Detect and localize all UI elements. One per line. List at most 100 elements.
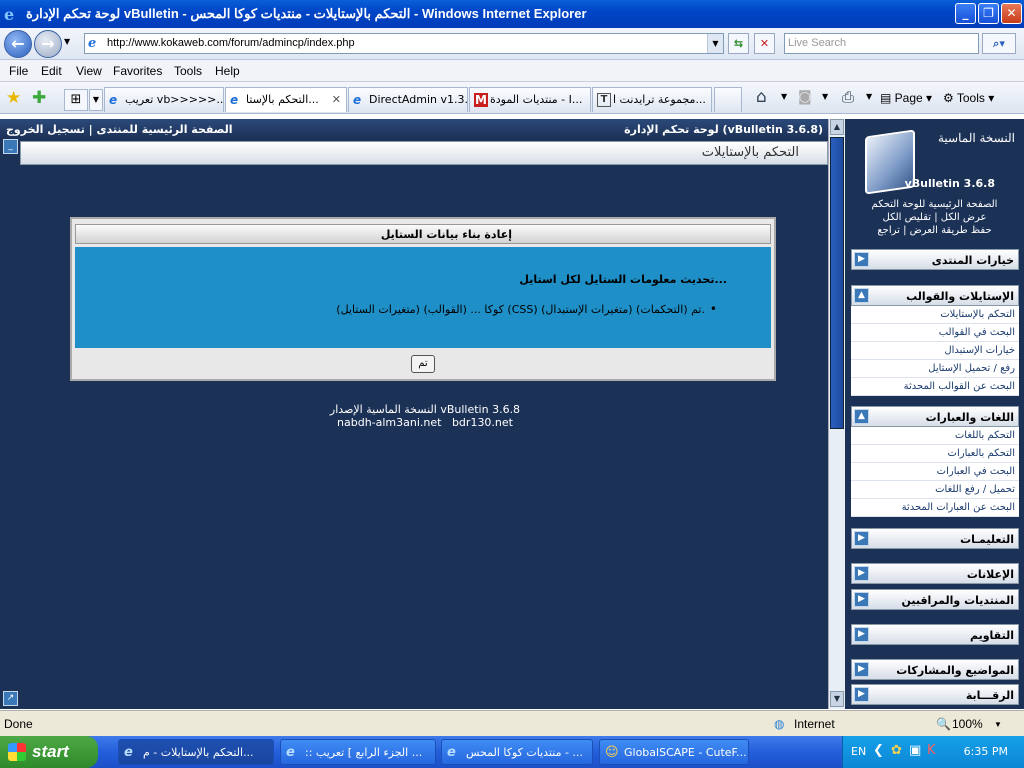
quick-tabs-icon[interactable]: ⊞ xyxy=(64,89,88,111)
sidebar-item-upload-languages[interactable]: تحميل / رفع اللغات xyxy=(851,481,1019,499)
close-button[interactable]: ✕ xyxy=(1001,3,1022,24)
expand-icon[interactable]: ▶ xyxy=(854,627,869,642)
menu-edit[interactable]: Edit xyxy=(41,64,62,78)
home-icon[interactable]: ⌂ xyxy=(756,87,767,107)
collapse-icon[interactable]: ▲ xyxy=(854,409,869,424)
zoom-icon: 🔍 xyxy=(936,717,951,731)
sidebar-item-updated-phrases[interactable]: البحث عن العبارات المحدثة xyxy=(851,499,1019,517)
tab-label: مجموعة ترايدنت ا... xyxy=(613,93,706,106)
search-icon[interactable]: ⌕▾ xyxy=(982,33,1016,54)
network-icon[interactable]: ▣ xyxy=(909,743,921,758)
section-label: الإعلانات xyxy=(966,568,1014,581)
scroll-down-icon[interactable]: ▼ xyxy=(830,691,844,707)
stop-button[interactable]: ✕ xyxy=(754,33,775,54)
feeds-dropdown-icon[interactable]: ▼ xyxy=(822,92,828,101)
page-label: Page xyxy=(894,91,923,105)
cp-home-link[interactable]: الصفحة الرئيسية للوحة التحكم xyxy=(845,199,1024,210)
task-label: التحكم بالإستايلات - م... xyxy=(143,746,254,759)
forum-home-logout-links[interactable]: الصفحة الرئيسية للمنتدى | تسجيل الخروج xyxy=(6,123,233,136)
menu-help[interactable]: Help xyxy=(215,64,240,78)
forward-button[interactable]: → xyxy=(34,30,62,58)
collapse-icon[interactable]: ▲ xyxy=(854,288,869,303)
tab-list-dropdown-icon[interactable]: ▼ xyxy=(89,89,103,111)
back-button[interactable]: ← xyxy=(4,30,32,58)
section-announcements[interactable]: ▶ الإعلانات xyxy=(851,563,1019,584)
sidebar-item-search-templates[interactable]: البحث في القوالب xyxy=(851,324,1019,342)
sidebar-item-phrase-manager[interactable]: التحكم بالعبارات xyxy=(851,445,1019,463)
print-dropdown-icon[interactable]: ▼ xyxy=(866,92,872,101)
tab-5[interactable]: T مجموعة ترايدنت ا... xyxy=(592,87,712,112)
expand-icon[interactable]: ▶ xyxy=(854,687,869,702)
section-styles-templates[interactable]: ▲ الإستايلات والقوالب xyxy=(851,285,1019,306)
section-help[interactable]: ▶ التعليمـات xyxy=(851,528,1019,549)
expand-icon[interactable]: ▶ xyxy=(854,531,869,546)
language-indicator[interactable]: EN xyxy=(851,745,866,758)
expand-collapse-links[interactable]: عرض الكل | تقليص الكل xyxy=(845,212,1024,223)
sidebar-item-language-manager[interactable]: التحكم باللغات xyxy=(851,427,1019,445)
search-input[interactable]: Live Search xyxy=(784,33,979,54)
new-tab-button[interactable] xyxy=(714,87,742,112)
address-dropdown-icon[interactable]: ▼ xyxy=(707,34,723,53)
home-dropdown-icon[interactable]: ▼ xyxy=(781,92,787,101)
expand-icon[interactable]: ▶ xyxy=(854,592,869,607)
taskbar-item-1[interactable]: e التحكم بالإستايلات - م... xyxy=(118,739,274,765)
scroll-up-icon[interactable]: ▲ xyxy=(830,119,844,135)
scroll-thumb[interactable] xyxy=(830,137,844,429)
start-button[interactable]: start xyxy=(0,736,98,768)
frame-corner-button[interactable]: ↗ xyxy=(3,691,18,706)
sidebar-item-search-phrases[interactable]: البحث في العبارات xyxy=(851,463,1019,481)
expand-icon[interactable]: ▶ xyxy=(854,566,869,581)
tray-app-icon[interactable]: ✿ xyxy=(891,743,902,758)
expand-icon[interactable]: ▶ xyxy=(854,252,869,267)
ie-tab-icon: e xyxy=(353,93,362,107)
section-languages-phrases[interactable]: ▲ اللغات والعبارات xyxy=(851,406,1019,427)
address-bar[interactable]: e http://www.kokaweb.com/forum/admincp/i… xyxy=(84,33,724,54)
feeds-icon[interactable]: ◙ xyxy=(798,89,812,105)
sidebar-item-upload-style[interactable]: رفع / تحميل الإستايل xyxy=(851,360,1019,378)
content-scrollbar[interactable]: ▲ ▼ xyxy=(828,119,845,709)
sidebar-item-style-manager[interactable]: التحكم بالإستايلات xyxy=(851,306,1019,324)
add-favorite-icon[interactable]: ✚ xyxy=(32,88,46,108)
menu-file[interactable]: File xyxy=(9,64,28,78)
tray-k-icon[interactable]: K xyxy=(927,743,936,758)
refresh-button[interactable]: ⇆ xyxy=(728,33,749,54)
minimize-button[interactable]: _ xyxy=(955,3,976,24)
maximize-button[interactable]: ❐ xyxy=(978,3,999,24)
expand-icon[interactable]: ▶ xyxy=(854,662,869,677)
sidebar-item-replacement-options[interactable]: خيارات الإستبدال xyxy=(851,342,1019,360)
close-tab-icon[interactable]: ✕ xyxy=(332,93,341,106)
taskbar-item-4[interactable]: ☺ GlobalSCAPE - CuteF... xyxy=(599,739,749,765)
internet-zone-icon: ◍ xyxy=(774,717,785,731)
section-moderation[interactable]: ▶ الرقـــابة xyxy=(851,684,1019,705)
section-threads-posts[interactable]: ▶ المواضيع والمشاركات xyxy=(851,659,1019,680)
tab-2-active[interactable]: e التحكم بالإستا... ✕ xyxy=(225,87,347,112)
section-label: التعليمـات xyxy=(960,533,1014,546)
footer-sites[interactable]: nabdh-alm3ani.net bdr130.net xyxy=(300,416,550,429)
section-forums-moderators[interactable]: ▶ المنتديات والمراقبين xyxy=(851,589,1019,610)
ie-icon: e xyxy=(286,745,295,760)
collapse-frame-button[interactable]: _ xyxy=(3,139,18,154)
zoom-level[interactable]: 100% xyxy=(952,717,983,731)
sidebar-item-updated-templates[interactable]: البحث عن القوالب المحدثة xyxy=(851,378,1019,396)
menu-view[interactable]: View xyxy=(76,64,102,78)
tray-expand-icon[interactable]: ❮ xyxy=(873,743,884,758)
section-calendars[interactable]: ▶ التقاويم xyxy=(851,624,1019,645)
zoom-dropdown-icon[interactable]: ▼ xyxy=(994,720,1002,729)
tab-3[interactable]: e DirectAdmin v1.3... xyxy=(348,87,468,112)
save-revert-links[interactable]: حفظ طريقة العرض | تراجع xyxy=(845,225,1024,236)
print-icon[interactable]: ⎙ xyxy=(842,88,854,106)
section-forum-options[interactable]: ▶ خيارات المنتدى xyxy=(851,249,1019,270)
page-menu-button[interactable]: ▤ Page ▾ xyxy=(880,91,932,105)
tab-4[interactable]: M منتديات المودة - I... xyxy=(469,87,591,112)
taskbar-item-2[interactable]: e:: الجزء الرابع ] تعريب ... xyxy=(280,739,436,765)
menu-tools[interactable]: Tools xyxy=(174,64,202,78)
done-button[interactable]: تم xyxy=(411,355,435,373)
favorites-star-icon[interactable]: ★ xyxy=(6,88,21,108)
menu-favorites[interactable]: Favorites xyxy=(113,64,162,78)
history-dropdown-icon[interactable]: ▼ xyxy=(64,37,70,46)
tab-1[interactable]: e تعريب vb>>>>>... xyxy=(104,87,224,112)
taskbar-item-3[interactable]: e منتديات كوكا المحس - ... xyxy=(441,739,593,765)
dialog-header: إعادة بناء بيانات الستايل xyxy=(75,224,771,244)
admin-sidebar: النسخة الماسية vBulletin 3.6.8 الصفحة ال… xyxy=(845,119,1024,709)
tools-menu-button[interactable]: ⚙ Tools ▾ xyxy=(943,91,994,105)
